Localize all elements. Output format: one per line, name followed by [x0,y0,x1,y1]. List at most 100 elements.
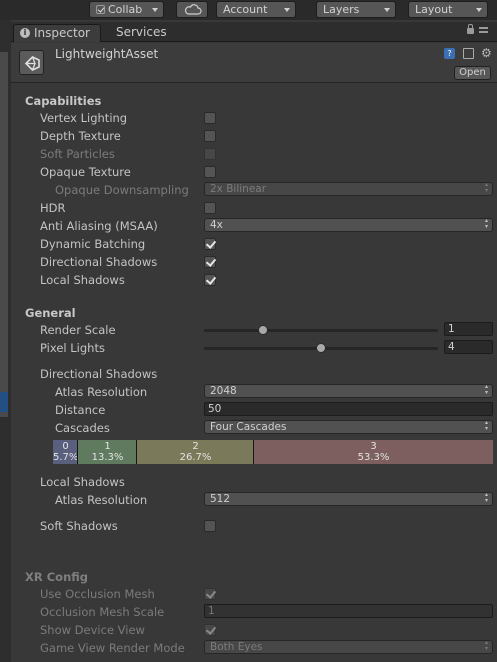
opaque-downsampling-label: Opaque Downsampling [55,183,189,197]
cascade-segment-2: 2 26.7% [137,440,254,464]
account-dropdown[interactable]: Account [216,1,296,18]
layout-label: Layout [415,3,453,16]
show-device-view-label: Show Device View [40,623,145,637]
inspector-body: Capabilities Vertex Lighting Depth Textu… [11,84,497,662]
gear-icon[interactable]: ⚙ [481,47,492,59]
cascade-segment-1: 1 13.3% [78,440,137,464]
chevron-down-icon [284,8,290,12]
dynamic-batching-label: Dynamic Batching [40,237,146,251]
unity-asset-icon [19,50,44,75]
layout-dropdown[interactable]: Layout [408,1,488,18]
cascade-percent-label: 13.3% [91,452,124,463]
cascade-split-bar[interactable]: 0 5.7% 1 13.3% 2 26.7% 3 53.3% [53,440,493,464]
anti-aliasing-dropdown[interactable]: 4x [204,218,493,232]
section-general: General [25,306,76,320]
pixel-lights-slider-thumb[interactable] [316,343,326,353]
depth-texture-checkbox[interactable] [204,130,216,142]
asset-header: LightweightAsset ? ⚙ Open [11,43,497,83]
occlusion-mesh-scale-field: 1 [204,604,493,618]
chevron-down-icon [152,8,158,12]
cascade-index-label: 1 [104,441,111,452]
checkmark-icon [96,5,105,14]
help-icon[interactable]: ? [444,48,455,59]
cascade-index-label: 3 [370,441,377,452]
cascade-index-label: 2 [192,441,199,452]
game-view-render-mode-dropdown: Both Eyes [204,640,493,654]
local-atlas-resolution-dropdown[interactable]: 512 [204,492,493,506]
tab-inspector[interactable]: i Inspector [13,24,101,42]
pixel-lights-field[interactable]: 4 [444,340,493,354]
tab-services-label: Services [116,25,167,39]
cascade-percent-label: 53.3% [357,452,390,463]
opaque-texture-label: Opaque Texture [40,165,131,179]
distance-label: Distance [55,403,106,417]
collab-label: Collab [108,3,143,16]
occlusion-mesh-scale-label: Occlusion Mesh Scale [40,605,165,619]
cascade-percent-label: 26.7% [179,452,212,463]
cloud-button[interactable] [176,1,208,18]
vertex-lighting-label: Vertex Lighting [40,111,128,125]
cascades-dropdown[interactable]: Four Cascades [204,420,493,434]
render-scale-slider[interactable] [204,329,438,332]
tab-services[interactable]: Services [116,24,167,42]
section-capabilities: Capabilities [25,94,102,108]
layers-dropdown[interactable]: Layers [316,1,396,18]
tab-controls [467,24,491,38]
local-atlas-resolution-label: Atlas Resolution [55,493,148,507]
use-occlusion-mesh-label: Use Occlusion Mesh [40,587,155,601]
opaque-downsampling-dropdown: 2x Bilinear [204,182,493,196]
tab-bar: i Inspector Services [11,22,497,42]
cascade-percent-label: 5.7% [53,452,79,463]
opaque-texture-checkbox[interactable] [204,166,216,178]
soft-particles-checkbox [204,148,216,160]
directional-shadows-label: Directional Shadows [40,255,158,269]
open-button[interactable]: Open [454,66,491,80]
adjacent-panel-selection [0,392,8,412]
depth-texture-label: Depth Texture [40,129,121,143]
pixel-lights-label: Pixel Lights [40,341,105,355]
directional-shadows-checkbox[interactable] [204,256,216,268]
info-icon: i [20,28,30,38]
local-shadows-checkbox[interactable] [204,274,216,286]
local-shadows-heading: Local Shadows [40,475,125,489]
soft-particles-label: Soft Particles [40,147,115,161]
adjacent-panel-edge [0,20,11,662]
game-view-render-mode-label: Game View Render Mode [40,641,185,655]
show-device-view-checkbox [204,624,216,636]
preset-icon[interactable] [463,48,474,59]
account-label: Account [223,3,268,16]
anti-aliasing-label: Anti Aliasing (MSAA) [40,219,158,233]
cascade-segment-0: 0 5.7% [53,440,78,464]
chevron-down-icon [476,8,482,12]
adjacent-panel-content [0,52,8,417]
dynamic-batching-checkbox[interactable] [204,238,216,250]
asset-title: LightweightAsset [55,47,159,61]
top-toolbar: Collab Account Layers Layout [0,0,497,20]
section-xr-config: XR Config [25,570,89,584]
render-scale-label: Render Scale [40,323,116,337]
vertex-lighting-checkbox[interactable] [204,112,216,124]
lock-icon[interactable] [467,24,474,34]
hdr-checkbox[interactable] [204,202,216,214]
render-scale-slider-thumb[interactable] [257,325,268,335]
cloud-icon [184,4,202,15]
unity-logo-icon [24,56,40,71]
menu-icon[interactable] [479,27,488,36]
atlas-resolution-label: Atlas Resolution [55,385,148,399]
chevron-down-icon [384,8,390,12]
render-scale-field[interactable]: 1 [444,322,493,336]
collab-button[interactable]: Collab [89,1,164,18]
layers-label: Layers [323,3,360,16]
local-shadows-label: Local Shadows [40,273,125,287]
directional-shadows-heading: Directional Shadows [40,367,158,381]
soft-shadows-checkbox[interactable] [204,520,216,532]
cascade-segment-3: 3 53.3% [254,440,493,464]
cascade-index-label: 0 [62,441,69,452]
cascades-label: Cascades [55,421,110,435]
atlas-resolution-dropdown[interactable]: 2048 [204,384,493,398]
soft-shadows-label: Soft Shadows [40,519,118,533]
hdr-label: HDR [40,201,66,215]
distance-field[interactable]: 50 [204,402,493,416]
tab-inspector-label: Inspector [34,26,90,40]
use-occlusion-mesh-checkbox [204,588,216,600]
